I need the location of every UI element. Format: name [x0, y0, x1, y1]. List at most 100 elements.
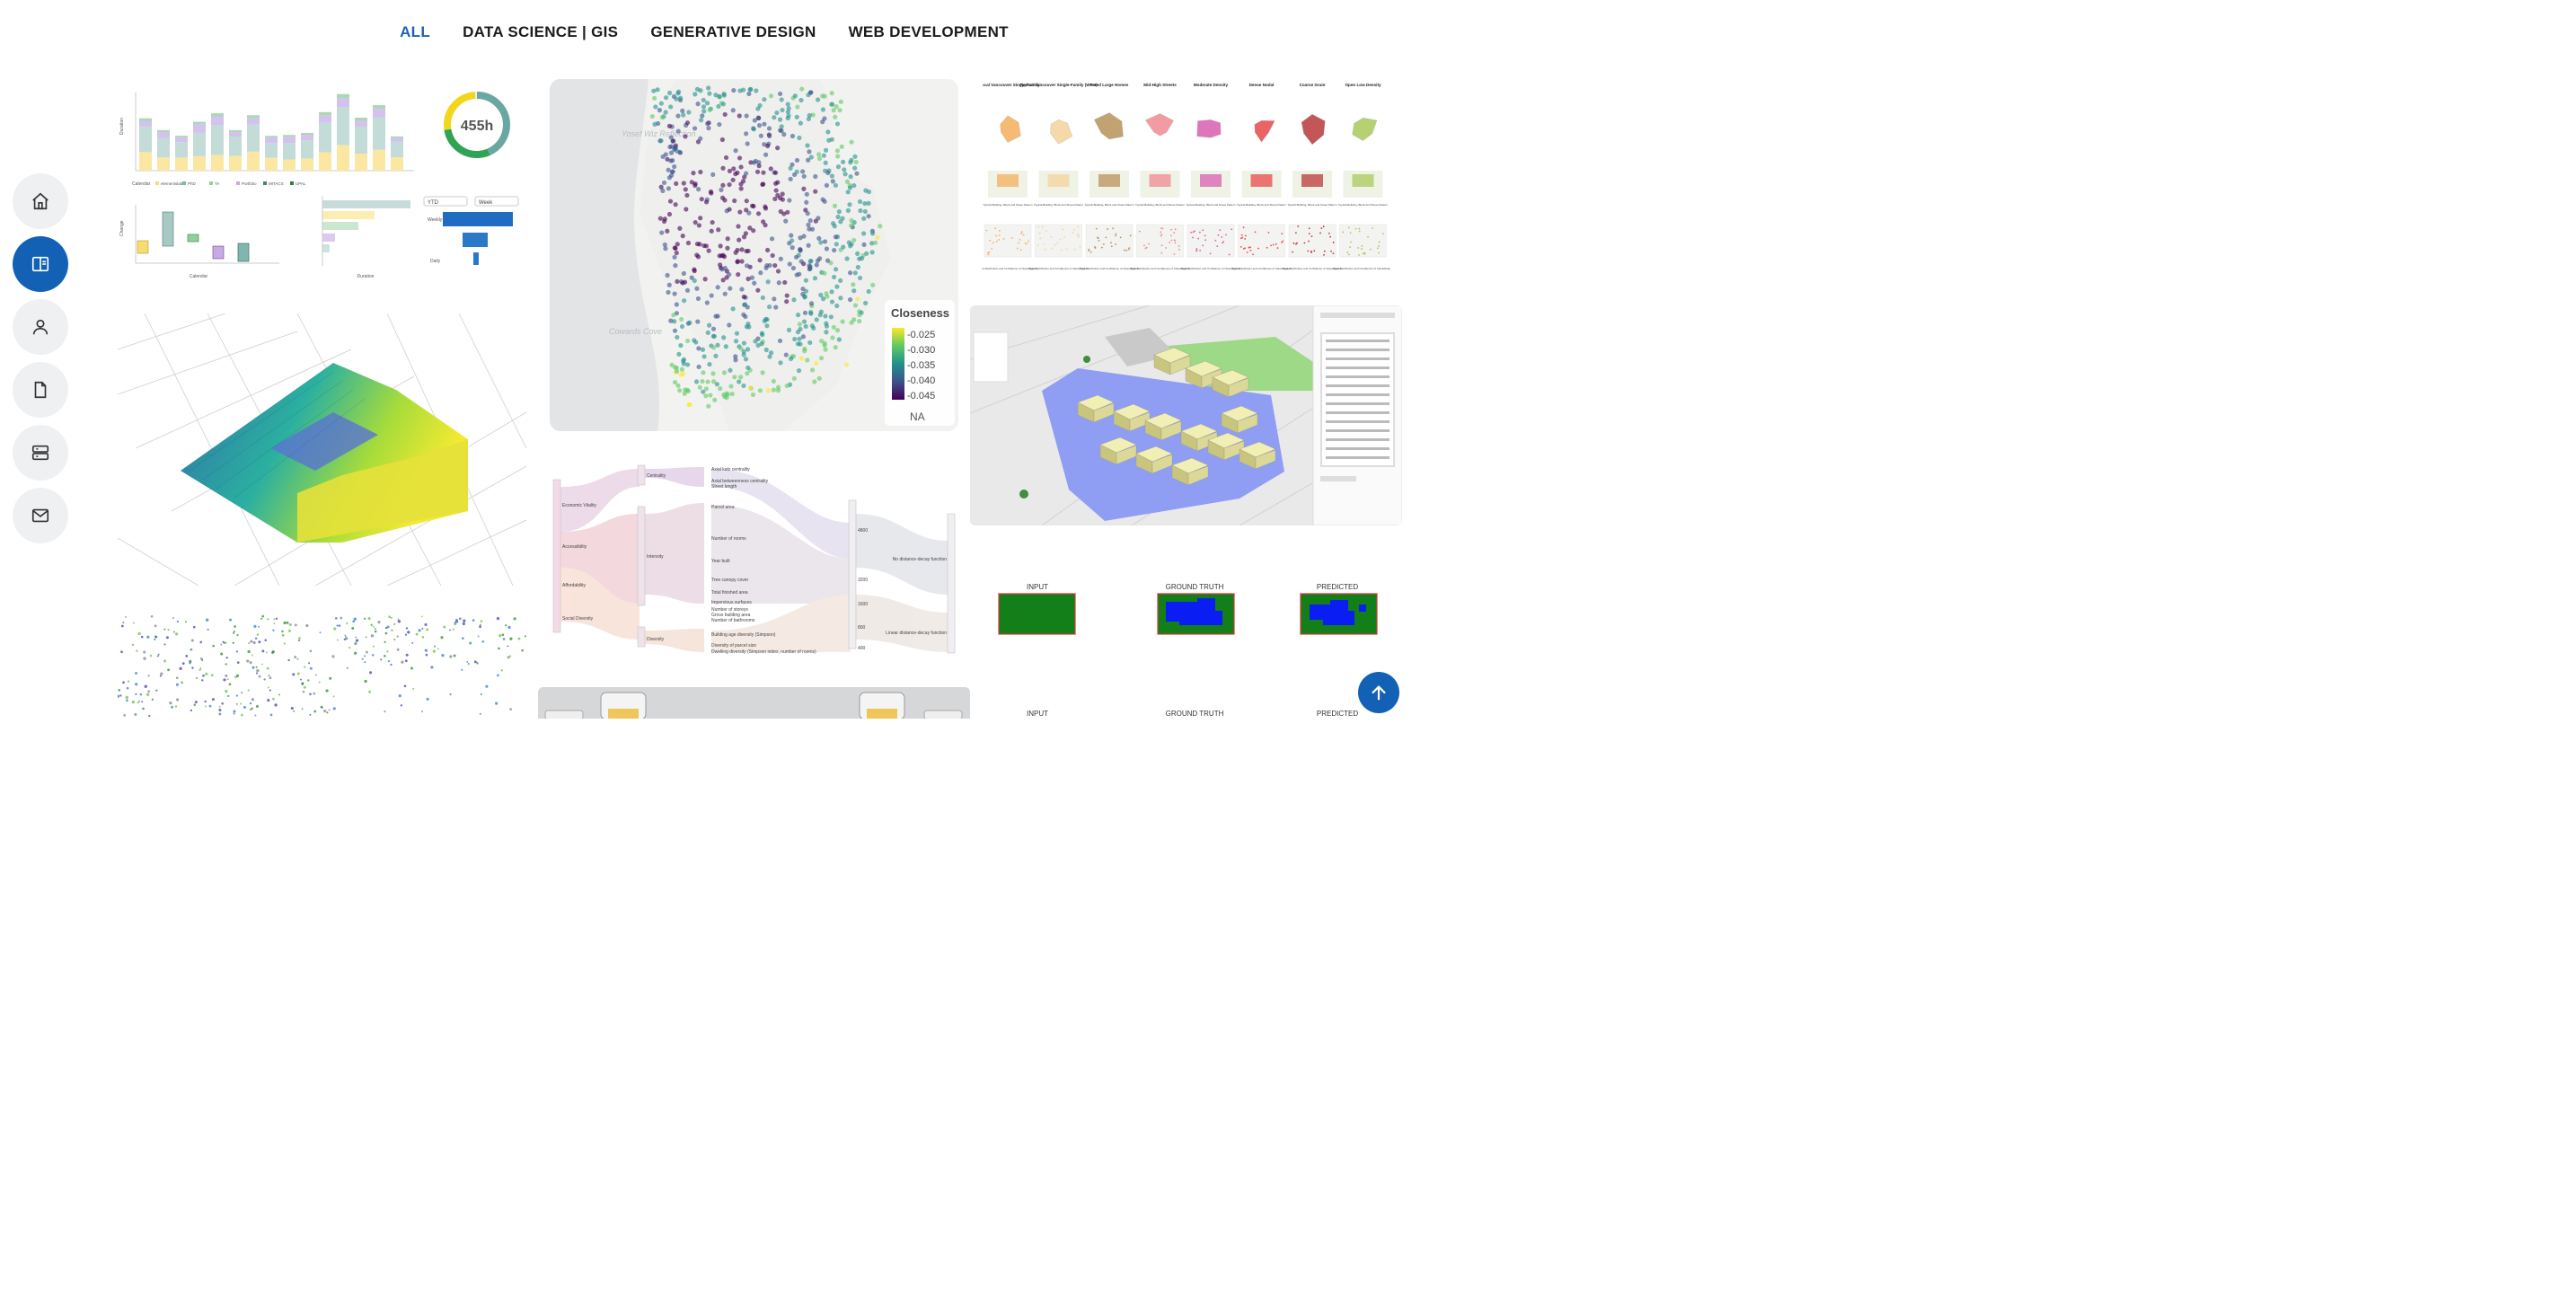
- closeness-point: [755, 287, 761, 293]
- project-card-sankey[interactable]: Economic Vitality Accessibility Affordab…: [550, 460, 958, 658]
- closeness-point: [834, 121, 841, 127]
- stack-bar: [175, 142, 188, 158]
- project-card-3d-buildings[interactable]: [118, 313, 526, 586]
- scatter-point: [461, 668, 463, 671]
- distribution-point: [1354, 227, 1357, 230]
- stack-bar: [265, 136, 278, 137]
- scatter-point: [254, 637, 258, 640]
- scatter-point: [366, 650, 368, 654]
- project-card-app-mockup[interactable]: [538, 687, 970, 719]
- label-input-2: INPUT: [1027, 710, 1048, 718]
- nav-about-button[interactable]: [13, 299, 68, 355]
- scatter-point: [318, 681, 321, 684]
- closeness-point: [675, 113, 681, 119]
- stack-bar: [139, 118, 152, 121]
- project-card-neighbourhood-types[interactable]: Typical Vancouver Single-Family Typical B…: [982, 79, 1390, 284]
- stack-bar: [373, 108, 385, 118]
- scatter-point: [252, 641, 256, 644]
- closeness-point: [727, 322, 732, 328]
- tab-all[interactable]: ALL: [384, 18, 446, 47]
- project-card-segmentation-2[interactable]: INPUT GROUND TRUTH PREDICTED: [982, 702, 1390, 719]
- settings-row: [1326, 402, 1389, 405]
- closeness-point: [679, 316, 684, 322]
- tab-web-development[interactable]: WEB DEVELOPMENT: [833, 18, 1025, 47]
- scatter-point: [126, 699, 128, 702]
- closeness-point: [680, 108, 685, 113]
- closeness-point: [861, 242, 867, 247]
- scatter-point: [191, 666, 194, 669]
- scroll-to-top-button[interactable]: [1358, 672, 1399, 713]
- project-card-segmentation[interactable]: INPUT GROUND TRUTH PREDICTED: [982, 555, 1390, 663]
- tab-generative-design[interactable]: GENERATIVE DESIGN: [634, 18, 832, 47]
- closeness-point: [787, 261, 792, 267]
- closeness-point: [772, 115, 777, 120]
- closeness-point: [692, 267, 697, 272]
- closeness-point: [800, 334, 807, 340]
- project-card-dashboard[interactable]: Duration Calendar elementslab PhD TA Portfo…: [118, 79, 526, 284]
- closeness-point: [758, 133, 763, 138]
- project-card-closeness-map[interactable]: Yosef Wiz Reflection Cowards Cove Closen…: [550, 79, 958, 431]
- block-buildings: [997, 174, 1019, 187]
- scatter-point: [225, 689, 228, 693]
- nav-contact-button[interactable]: [13, 488, 68, 543]
- closeness-point: [808, 258, 814, 264]
- distribution-point: [1367, 235, 1369, 238]
- closeness-point: [769, 236, 775, 242]
- filter-week[interactable]: Week: [479, 200, 493, 206]
- closeness-point: [684, 207, 689, 212]
- scatter-point: [348, 647, 351, 649]
- closeness-point: [791, 375, 797, 382]
- scatter-point: [369, 671, 373, 675]
- scatter-point: [241, 692, 243, 694]
- closeness-point: [706, 248, 711, 253]
- nav-services-button[interactable]: [13, 425, 68, 481]
- distribution-point: [1221, 236, 1223, 238]
- project-card-generative-site[interactable]: [970, 305, 1402, 525]
- closeness-point: [762, 121, 767, 127]
- label-predicted: PREDICTED: [1317, 583, 1358, 591]
- closeness-point: [767, 133, 772, 139]
- distribution-point: [1160, 252, 1163, 254]
- closeness-point: [744, 248, 749, 254]
- closeness-point: [673, 245, 678, 252]
- scatter-point: [172, 631, 176, 633]
- scatter-point: [368, 690, 371, 693]
- closeness-point: [822, 93, 827, 99]
- distribution-point: [1124, 249, 1125, 252]
- scatter-point: [443, 625, 446, 629]
- scatter-point: [181, 681, 184, 684]
- distribution-point: [1308, 227, 1310, 230]
- filter-ytd[interactable]: YTD: [428, 200, 439, 206]
- distribution-point: [1310, 250, 1312, 252]
- legend-item: PhD: [188, 181, 197, 186]
- scatter-point: [198, 668, 201, 671]
- closeness-point: [756, 123, 763, 128]
- scatter-point: [221, 702, 224, 705]
- type-column-title: Open Low Density: [1345, 83, 1381, 87]
- closeness-point: [863, 188, 869, 193]
- settings-row: [1326, 429, 1389, 432]
- project-card-scatter-points[interactable]: [118, 614, 526, 719]
- scatter-point: [255, 672, 259, 675]
- tab-data-science-gis[interactable]: DATA SCIENCE | GIS: [446, 18, 634, 47]
- stack-bar: [139, 120, 152, 127]
- nav-portfolio-button[interactable]: [13, 236, 68, 292]
- sankey-right-3: Parcel area: [711, 505, 735, 510]
- block-caption: Typical Building, Block and Street Patte…: [983, 203, 1032, 207]
- closeness-point: [839, 144, 844, 149]
- closeness-point: [840, 216, 845, 221]
- closeness-point: [697, 384, 702, 390]
- closeness-point: [825, 258, 831, 263]
- scatter-point: [236, 633, 239, 637]
- closeness-point: [809, 323, 815, 329]
- closeness-point: [768, 166, 773, 172]
- stack-bar: [355, 120, 367, 127]
- closeness-point: [781, 132, 787, 137]
- closeness-point: [773, 188, 779, 193]
- legend-item: Portfolio: [242, 181, 257, 186]
- closeness-point: [834, 242, 839, 247]
- nav-home-button[interactable]: [13, 173, 68, 229]
- nav-resume-button[interactable]: [13, 362, 68, 418]
- distribution-point: [1174, 242, 1177, 244]
- closeness-point: [756, 163, 762, 169]
